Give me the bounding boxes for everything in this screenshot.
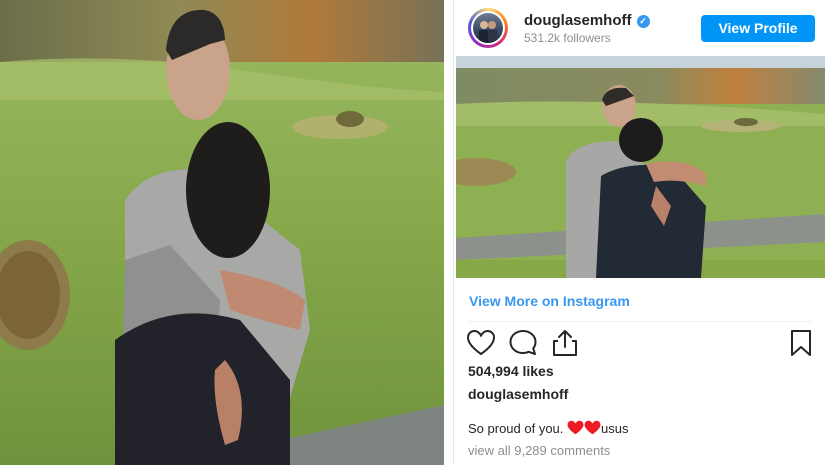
username-text[interactable]: douglasemhoff xyxy=(524,12,632,29)
caption-author[interactable]: douglasemhoff xyxy=(468,386,568,402)
followers-count: 531.2k followers xyxy=(524,31,611,45)
caption: So proud of you. usus xyxy=(468,420,629,436)
share-icon[interactable] xyxy=(550,328,580,358)
view-comments-link[interactable]: view all 9,289 comments xyxy=(468,443,610,458)
comment-icon[interactable] xyxy=(508,328,538,358)
avatar-figures xyxy=(479,21,497,43)
post-photo-image xyxy=(456,56,825,278)
instagram-embed: douglasemhoff ✓ 531.2k followers View Pro… xyxy=(453,0,825,465)
main-photo-image xyxy=(0,0,444,465)
red-heart-emoji-icon xyxy=(584,420,601,435)
caption-text: So proud of you. xyxy=(468,421,564,436)
view-profile-button[interactable]: View Profile xyxy=(701,15,815,42)
avatar[interactable] xyxy=(468,8,508,48)
main-photo xyxy=(0,0,444,465)
heart-icon[interactable] xyxy=(466,328,496,358)
view-more-link[interactable]: View More on Instagram xyxy=(469,293,630,309)
divider xyxy=(469,321,811,322)
post-header: douglasemhoff ✓ 531.2k followers View Pro… xyxy=(454,0,825,56)
likes-count[interactable]: 504,994 likes xyxy=(468,363,554,379)
post-photo[interactable] xyxy=(456,56,825,278)
verified-icon: ✓ xyxy=(636,15,650,28)
avatar-image xyxy=(473,13,503,43)
caption-tail: usus xyxy=(601,421,629,436)
avatar-ring xyxy=(471,11,505,45)
red-heart-emoji-icon xyxy=(567,420,584,435)
bookmark-icon[interactable] xyxy=(786,328,816,358)
action-bar xyxy=(466,328,816,358)
username[interactable]: douglasemhoff ✓ xyxy=(524,12,650,29)
